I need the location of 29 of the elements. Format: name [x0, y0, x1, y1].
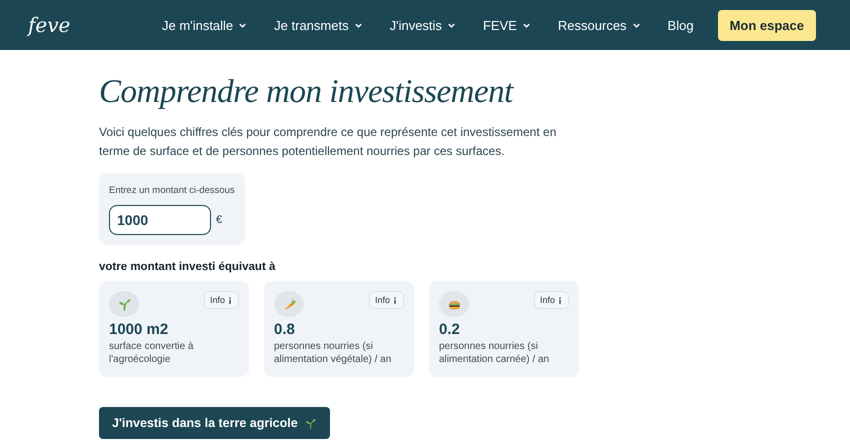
- nav-link[interactable]: FEVE: [482, 18, 531, 32]
- result-caption: surface convertie à l'agroécologie: [109, 340, 194, 366]
- account-button[interactable]: Mon espace: [718, 10, 816, 40]
- info-button[interactable]: Info: [368, 291, 404, 309]
- result-value: 1000 m2: [109, 321, 170, 338]
- nav-link[interactable]: Je transmets: [274, 18, 363, 32]
- nav-link[interactable]: Je m'installe: [162, 18, 248, 32]
- sprout-icon: [116, 296, 132, 312]
- page-title: Comprendre mon investissement: [99, 74, 515, 111]
- info-button[interactable]: Info: [204, 291, 239, 309]
- amount-input[interactable]: 1000: [109, 205, 211, 235]
- info-icon: [392, 296, 398, 304]
- sprout-icon: [304, 416, 317, 430]
- invest-button[interactable]: J'investis dans la terre agricole: [99, 407, 330, 439]
- info-icon: [227, 296, 233, 304]
- nav-link[interactable]: J'investis: [390, 18, 456, 32]
- intro-text: Voici quelques chiffres clés pour comprendre ce que représente cet investissement en terme de surface et de personnes potentiellement nourries par ces surfaces.: [99, 124, 558, 160]
- result-value: 0.2: [439, 321, 461, 338]
- amount-label: Entrez un montant ci-dessous: [109, 185, 235, 196]
- nav-link[interactable]: Blog: [668, 18, 694, 32]
- result-caption: personnes nourries (si alimentation végétale) / an: [274, 340, 392, 366]
- info-button[interactable]: Info: [534, 291, 569, 309]
- nav-link[interactable]: Ressources: [558, 18, 641, 32]
- result-caption: personnes nourries (si alimentation carnée) / an: [439, 340, 550, 366]
- currency-symbol: €: [216, 214, 222, 226]
- info-icon: [557, 296, 563, 304]
- logo[interactable]: feve: [28, 13, 70, 37]
- result-value: 0.8: [274, 321, 296, 338]
- result-label: votre montant investi équivaut à: [99, 261, 276, 273]
